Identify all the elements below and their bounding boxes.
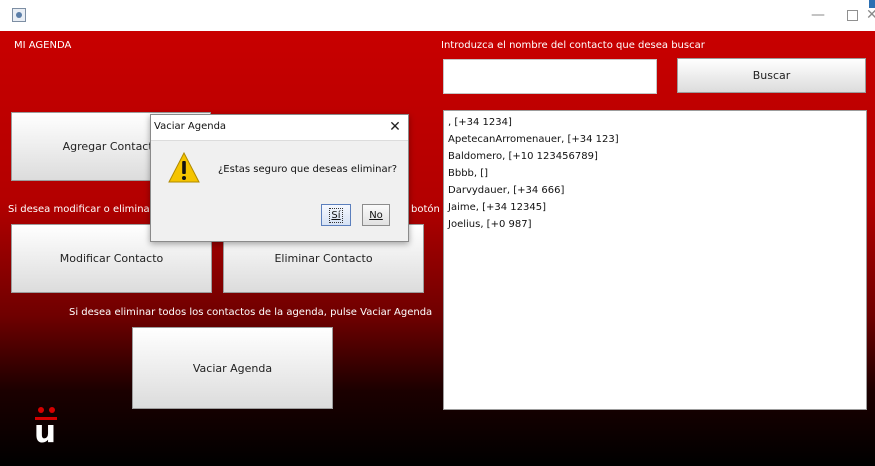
contact-list[interactable]: , [+34 1234] ApetecanArromenauer, [+34 1… [443,110,867,410]
agenda-panel: MI AGENDA Introduzca el nombre del conta… [0,31,875,466]
dialog-title: Vaciar Agenda [154,121,227,132]
window-titlebar: — ✕ [0,0,875,32]
empty-agenda-hint: Si desea eliminar todos los contactos de… [69,307,433,318]
maximize-button[interactable] [840,6,864,24]
dialog-message: ¿Estas seguro que deseas eliminar? [218,164,398,175]
logo-letter: u [34,414,57,450]
list-item[interactable]: , [+34 1234] [448,114,862,131]
minimize-button[interactable]: — [806,6,830,24]
list-item[interactable]: ApetecanArromenauer, [+34 123] [448,131,862,148]
agenda-title: MI AGENDA [14,40,72,51]
confirm-empty-dialog[interactable]: Vaciar Agenda ✕ ¿Estas seguro que deseas… [150,114,409,242]
confirm-no-label: No [369,209,383,221]
logo-dot-right [49,407,55,413]
java-app-icon [12,8,26,22]
confirm-yes-label: Sí [329,207,343,223]
search-input[interactable] [443,59,657,94]
search-prompt: Introduzca el nombre del contacto que de… [441,40,705,51]
dialog-close-button[interactable]: ✕ [388,119,402,135]
dialog-titlebar: Vaciar Agenda ✕ [151,115,408,141]
warning-icon [168,151,200,183]
confirm-yes-button[interactable]: Sí [321,204,351,226]
modify-delete-hint: Si desea modificar o eliminar [8,204,154,215]
close-window-button[interactable]: ✕ [866,6,875,24]
list-item[interactable]: Bbbb, [] [448,165,862,182]
list-item[interactable]: Darvydauer, [+34 666] [448,182,862,199]
empty-agenda-button[interactable]: Vaciar Agenda [132,327,333,409]
maximize-icon [846,10,858,21]
list-item[interactable]: Baldomero, [+10 123456789] [448,148,862,165]
modify-delete-hint-end: botón [411,204,440,215]
list-item[interactable]: Jaime, [+34 12345] [448,199,862,216]
list-item[interactable]: Joelius, [+0 987] [448,216,862,233]
logo-dot-left [38,407,44,413]
window-corner-mark [869,0,875,8]
confirm-no-button[interactable]: No [362,204,390,226]
university-logo: u [34,405,59,451]
search-button[interactable]: Buscar [677,58,866,93]
